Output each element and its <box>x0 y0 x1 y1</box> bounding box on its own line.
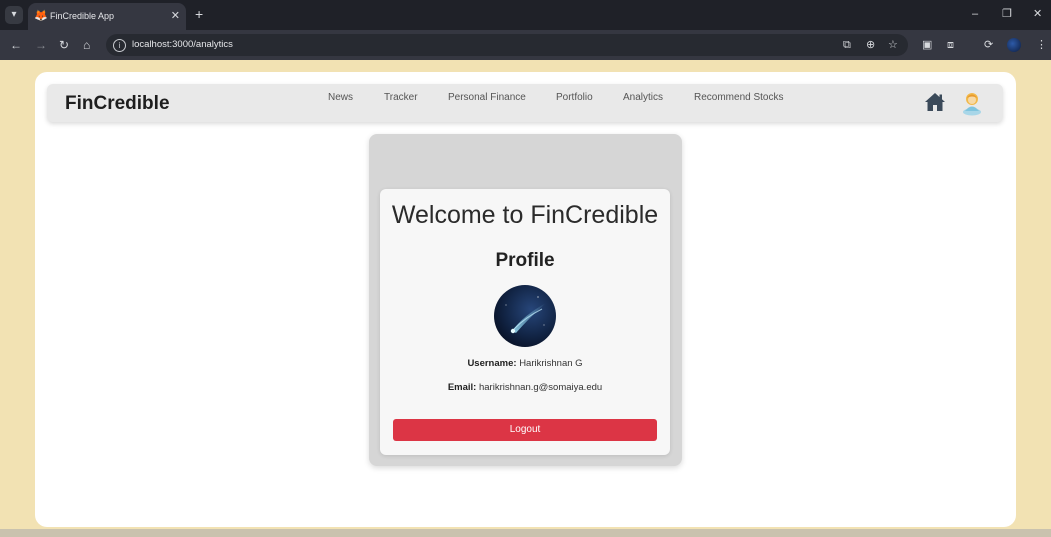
browser-profile-avatar[interactable] <box>1007 38 1021 52</box>
tab-search-button[interactable]: ▾ <box>5 6 23 24</box>
app-navbar: FinCredible News Tracker Personal Financ… <box>47 84 1003 122</box>
favicon-icon: 🦊 <box>34 10 48 22</box>
address-bar[interactable]: i localhost:3000/analytics ⧉ ⊕ ☆ <box>106 34 908 56</box>
profile-container: Welcome to FinCredible Profile Username:… <box>369 134 682 466</box>
nav-link-portfolio[interactable]: Portfolio <box>556 92 593 103</box>
username-line: Username: Harikrishnan G <box>380 358 670 369</box>
home-browser-icon[interactable]: ⌂ <box>83 38 90 52</box>
email-label: Email: <box>447 382 477 393</box>
nav-link-personal-finance[interactable]: Personal Finance <box>448 92 526 103</box>
profile-picture <box>494 285 556 347</box>
browser-tab[interactable]: 🦊 FinCredible App ✕ <box>28 3 186 30</box>
nav-link-news[interactable]: News <box>328 92 353 103</box>
reload-icon[interactable]: ↻ <box>59 38 69 52</box>
comet-avatar-image <box>494 285 556 347</box>
profile-card: Welcome to FinCredible Profile Username:… <box>380 189 670 455</box>
minimize-button[interactable]: – <box>972 7 978 21</box>
extensions-puzzle-icon[interactable]: ⧈ <box>947 38 954 52</box>
nav-link-analytics[interactable]: Analytics <box>623 92 663 103</box>
new-tab-button[interactable]: + <box>195 6 203 22</box>
install-app-icon[interactable]: ⧉ <box>843 38 851 52</box>
browser-tab-bar: ▾ 🦊 FinCredible App ✕ + – ❐ ✕ <box>0 0 1051 30</box>
bottom-edge <box>0 529 1051 537</box>
site-info-icon[interactable]: i <box>113 39 126 52</box>
brand-logo[interactable]: FinCredible <box>65 93 170 115</box>
email-line: Email: harikrishnan.g@somaiya.edu <box>380 382 670 393</box>
tab-close-icon[interactable]: ✕ <box>171 9 180 22</box>
logout-button[interactable]: Logout <box>393 419 657 441</box>
email-value: harikrishnan.g@somaiya.edu <box>478 382 603 393</box>
user-avatar-icon[interactable] <box>961 90 983 116</box>
close-window-button[interactable]: ✕ <box>1033 7 1042 21</box>
nav-link-tracker[interactable]: Tracker <box>384 92 418 103</box>
forward-icon[interactable]: → <box>35 38 47 52</box>
home-icon[interactable] <box>924 92 946 112</box>
zoom-icon[interactable]: ⊕ <box>866 38 875 52</box>
extension-icon[interactable]: ▣ <box>922 38 932 52</box>
profile-heading: Profile <box>495 250 555 271</box>
page-container: FinCredible News Tracker Personal Financ… <box>35 72 1016 527</box>
tab-title: FinCredible App <box>50 11 115 21</box>
url-text[interactable]: localhost:3000/analytics <box>132 39 233 50</box>
back-icon[interactable]: ← <box>10 38 22 52</box>
username-label: Username: <box>467 358 517 369</box>
restore-button[interactable]: ❐ <box>1002 7 1012 21</box>
browser-toolbar: ← → ↻ ⌂ i localhost:3000/analytics ⧉ ⊕ ☆… <box>0 30 1051 60</box>
username-value: Harikrishnan G <box>519 358 583 369</box>
sync-icon[interactable]: ⟳ <box>984 38 993 52</box>
browser-menu-icon[interactable]: ⋮ <box>1036 38 1047 52</box>
nav-link-recommend-stocks[interactable]: Recommend Stocks <box>694 92 783 103</box>
bookmark-star-icon[interactable]: ☆ <box>888 38 898 52</box>
welcome-heading: Welcome to FinCredible <box>391 201 659 229</box>
